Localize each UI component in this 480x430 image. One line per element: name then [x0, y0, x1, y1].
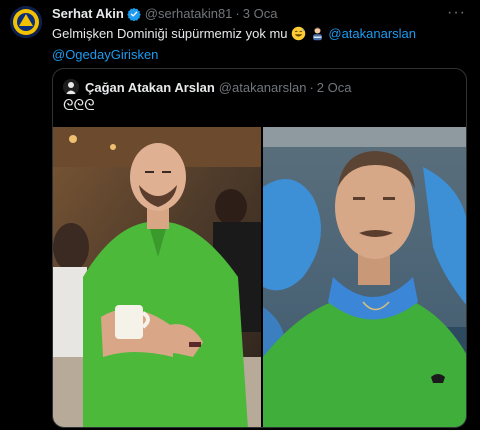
timestamp[interactable]: 3 Oca	[243, 6, 278, 21]
author-handle[interactable]: @serhatakin81	[145, 6, 233, 21]
tweet-header: Serhat Akin @serhatakin81 · 3 Oca	[52, 6, 277, 21]
tweet-text-body: Gelmişken Dominiği süpürmemiz yok mu	[52, 26, 292, 41]
verified-badge-icon	[126, 7, 141, 21]
quoted-author-handle[interactable]: @atakanarslan	[219, 80, 307, 95]
author-name[interactable]: Serhat Akin	[52, 6, 124, 21]
quoted-tweet[interactable]: Çağan Atakan Arslan @atakanarslan · 2 Oc…	[52, 68, 467, 428]
person-emoji	[310, 26, 325, 46]
grinning-sweat-emoji	[291, 26, 306, 46]
quoted-author-avatar[interactable]	[63, 79, 79, 95]
quoted-timestamp[interactable]: 2 Oca	[317, 80, 352, 95]
quoted-tweet-header: Çağan Atakan Arslan @atakanarslan · 2 Oc…	[63, 79, 351, 95]
avatar[interactable]	[10, 6, 42, 38]
more-options-icon[interactable]: ···	[447, 4, 466, 22]
separator-dot: ·	[235, 6, 240, 21]
quoted-tweet-text: ᘓᘓᘓ	[63, 97, 95, 114]
tweet[interactable]: Serhat Akin @serhatakin81 · 3 Oca ··· Ge…	[0, 0, 480, 430]
mention-link[interactable]: @atakanarslan	[328, 26, 416, 41]
photo-grid	[53, 127, 466, 427]
quoted-author-name[interactable]: Çağan Atakan Arslan	[85, 80, 215, 95]
tweet-text: Gelmişken Dominiği süpürmemiz yok mu @at…	[52, 25, 472, 64]
mention-link[interactable]: @OgedayGirisken	[52, 47, 158, 62]
photo-right[interactable]	[263, 127, 466, 427]
photo-left[interactable]	[53, 127, 261, 427]
separator-dot: ·	[309, 79, 314, 95]
